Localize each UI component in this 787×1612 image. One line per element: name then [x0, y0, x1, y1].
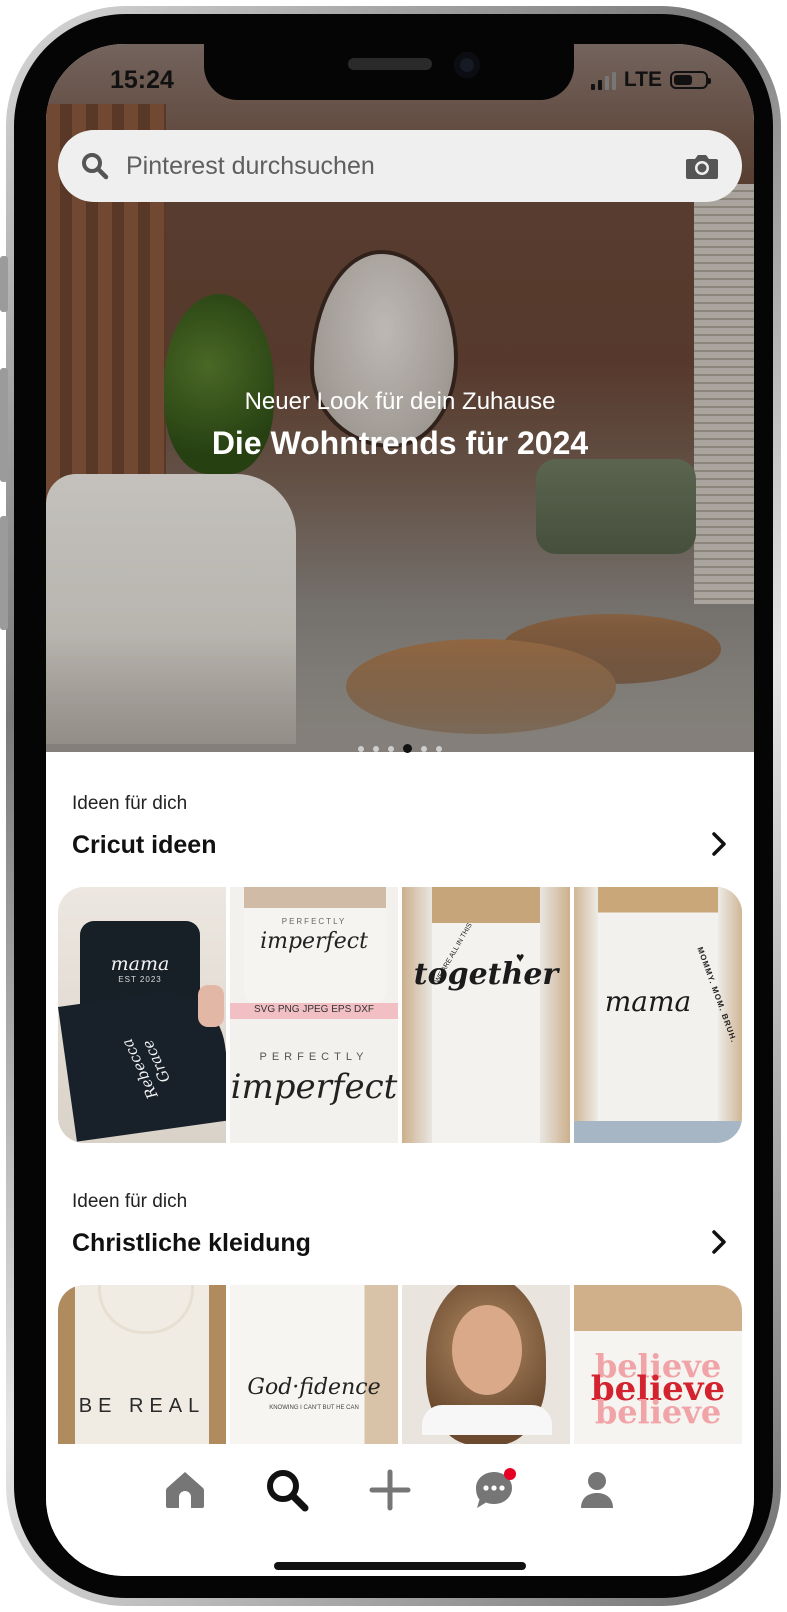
tile-caption: God·fidence: [247, 1375, 381, 1400]
shirt-shape: [422, 1405, 552, 1435]
carousel-dots[interactable]: [46, 744, 754, 753]
home-icon: [165, 1472, 205, 1508]
carousel-dot-active[interactable]: [403, 744, 412, 753]
tile-subcaption: EST 2023: [118, 975, 162, 984]
pin-thumbnail[interactable]: mama EST 2023 Rebecca Grace: [58, 887, 226, 1143]
notification-dot: [504, 1468, 516, 1480]
collar-shape: [98, 1285, 194, 1334]
tile-subcaption: KNOWING I CAN'T BUT HE CAN: [269, 1405, 359, 1411]
search-icon: [82, 153, 109, 180]
search-icon: [267, 1470, 309, 1512]
tile-caption: together: [413, 957, 559, 992]
nav-search[interactable]: [259, 1462, 315, 1518]
plus-icon: [369, 1469, 411, 1511]
section-title[interactable]: Christliche kleidung: [72, 1229, 311, 1258]
camera-icon[interactable]: [684, 151, 720, 181]
notch: [204, 44, 574, 100]
pin-thumbnail[interactable]: PERFECTLY imperfect SVG PNG JPEG EPS DXF…: [230, 887, 398, 1143]
network-label: LTE: [623, 68, 662, 91]
bottom-nav: [46, 1444, 754, 1576]
earpiece-speaker: [348, 58, 432, 70]
pin-grid[interactable]: mama EST 2023 Rebecca Grace PERFECTLY im…: [58, 887, 742, 1143]
tile-caption: mama: [604, 985, 692, 1018]
hair-shape: [540, 887, 570, 1143]
carousel-dot[interactable]: [436, 745, 442, 752]
battery-icon: [670, 71, 711, 89]
hero-subtitle: Neuer Look für dein Zuhause: [244, 388, 556, 415]
home-indicator[interactable]: [274, 1562, 526, 1570]
tile-caption: mama: [110, 953, 170, 975]
jeans-shape: [574, 1121, 742, 1143]
volume-up-button: [0, 368, 8, 482]
chevron-right-icon[interactable]: [704, 1227, 734, 1257]
profile-icon: [581, 1472, 613, 1508]
status-time: 15:24: [110, 66, 174, 94]
search-bar[interactable]: [58, 130, 742, 202]
tile-caption-echo: believe: [594, 1393, 722, 1431]
hero-title: Die Wohntrends für 2024: [211, 425, 589, 461]
status-indicators: LTE: [590, 68, 711, 92]
tile-caption-script: imperfect: [260, 929, 368, 954]
section-title[interactable]: Cricut ideen: [72, 831, 216, 860]
screen: Neuer Look für dein Zuhause Die Wohntren…: [46, 44, 754, 1576]
nav-profile[interactable]: [569, 1462, 625, 1518]
chevron-right-icon[interactable]: [704, 829, 734, 859]
carousel-dot[interactable]: [421, 745, 427, 752]
pin-thumbnail[interactable]: WE ARE ALL IN THIS together ♥: [402, 887, 570, 1143]
section-kicker: Ideen für dich: [72, 1191, 188, 1212]
nav-messages[interactable]: [466, 1462, 522, 1518]
front-camera: [454, 52, 480, 78]
carousel-dot[interactable]: [373, 745, 379, 752]
heart-icon: ♥: [516, 949, 525, 965]
tile-caption: BE REAL: [78, 1395, 206, 1417]
nav-home[interactable]: [157, 1462, 213, 1518]
carousel-dot[interactable]: [388, 745, 394, 752]
tile-formats: SVG PNG JPEG EPS DXF: [253, 1004, 375, 1015]
search-input[interactable]: [124, 150, 684, 182]
pin-thumbnail[interactable]: MOMMY. MOM. BRUH. mama: [574, 887, 742, 1143]
face-shape: [452, 1305, 522, 1395]
nav-create[interactable]: [362, 1462, 418, 1518]
volume-down-button: [0, 516, 8, 630]
signal-icon: [590, 70, 616, 90]
carousel-dot[interactable]: [358, 745, 364, 752]
mute-switch: [0, 256, 8, 312]
tile-caption-big: imperfect: [230, 1067, 398, 1107]
hair-shape: [402, 887, 432, 1143]
hand-shape: [198, 985, 224, 1027]
tile-caption-bottom: PERFECTLY: [259, 1051, 369, 1063]
section-kicker: Ideen für dich: [72, 793, 188, 814]
tile-caption-top: PERFECTLY: [281, 917, 347, 926]
